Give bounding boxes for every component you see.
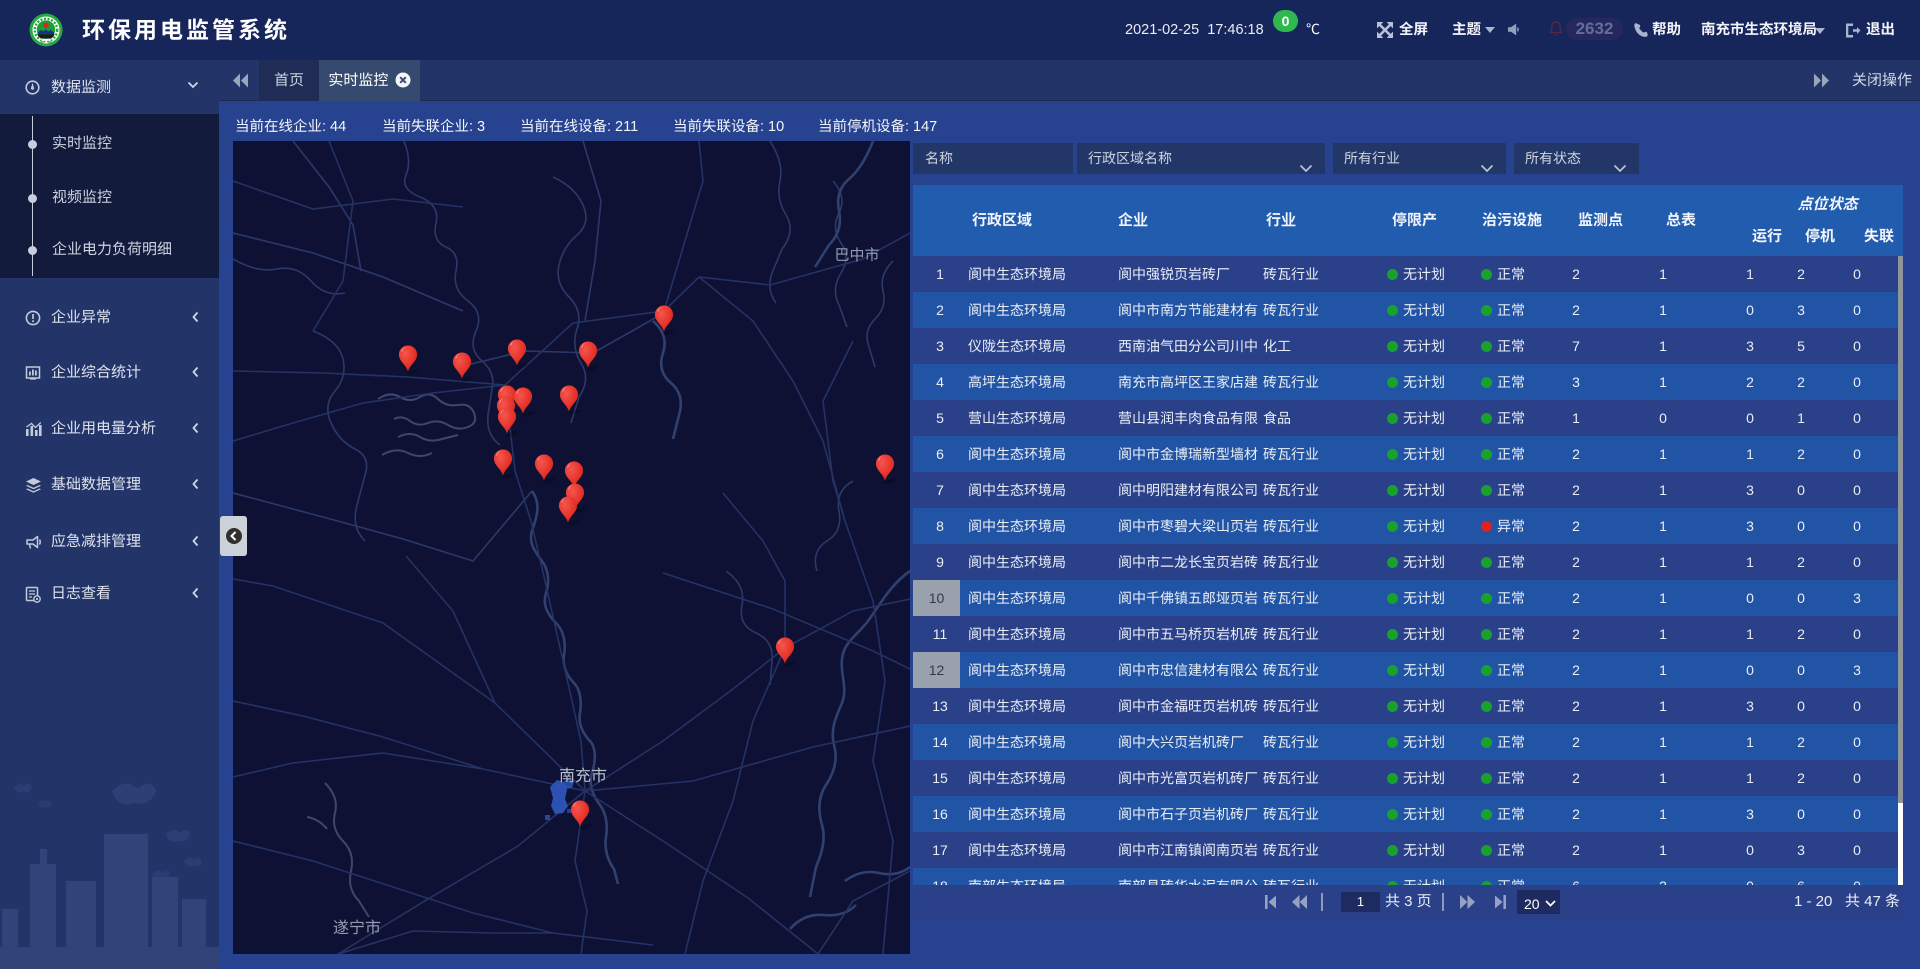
svg-text:南充市: 南充市 <box>559 767 607 785</box>
svg-text:遂宁市: 遂宁市 <box>333 919 381 937</box>
svg-text:巴中市: 巴中市 <box>834 247 879 264</box>
